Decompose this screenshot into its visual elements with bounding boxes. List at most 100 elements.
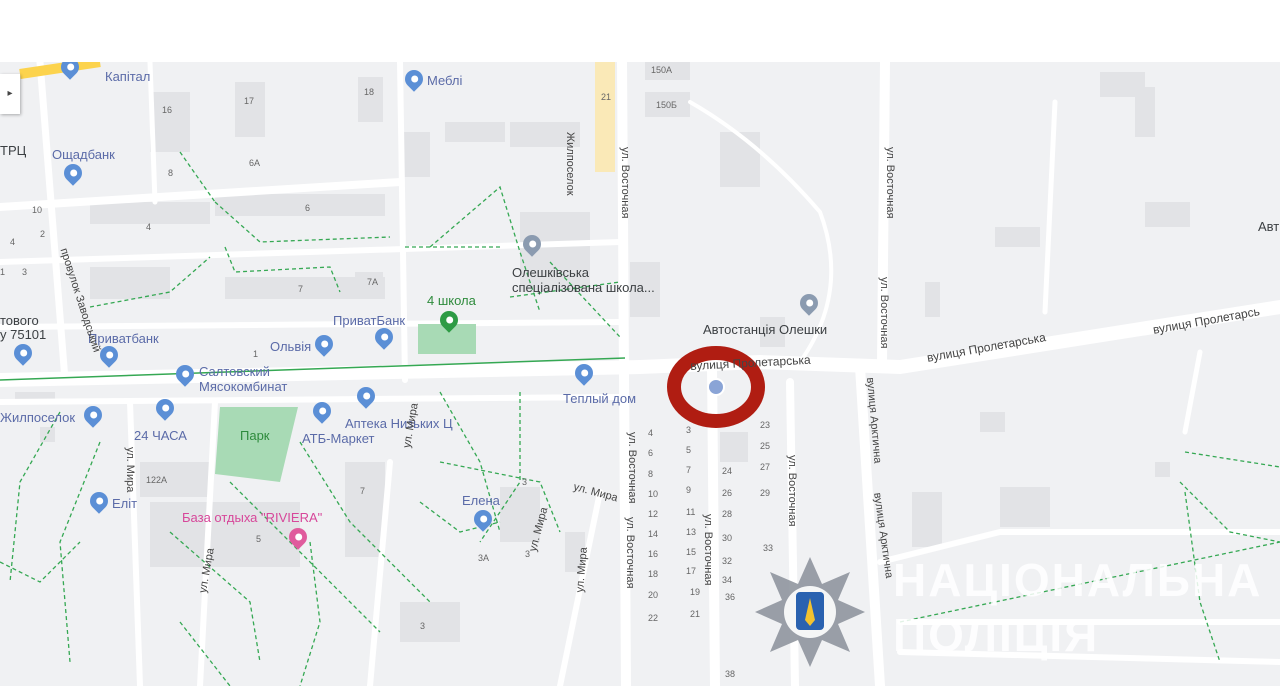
building bbox=[235, 82, 265, 137]
place-elena[interactable]: Елена bbox=[462, 494, 500, 507]
house-number: 4 bbox=[146, 222, 152, 232]
building bbox=[215, 194, 385, 216]
house-number: 1 bbox=[0, 267, 6, 277]
place-school-spec[interactable]: Олешківська спеціалізована школа... bbox=[512, 265, 662, 295]
place-avtostantsiya[interactable]: Автостанція Олешки bbox=[703, 323, 827, 336]
street-zhylposelok: Жилпоселок bbox=[564, 132, 576, 196]
house-number: 5 bbox=[686, 445, 692, 455]
house-number: 6 bbox=[648, 448, 654, 458]
road-minor bbox=[397, 62, 408, 383]
house-number: 6 bbox=[305, 203, 311, 213]
house-number: 10 bbox=[32, 205, 43, 215]
footpath bbox=[59, 441, 101, 663]
place-school-4[interactable]: 4 школа bbox=[427, 294, 476, 307]
house-number: 22 bbox=[648, 613, 659, 623]
place-park[interactable]: Парк bbox=[240, 429, 270, 442]
place-post-2: у 75101 bbox=[0, 327, 47, 342]
place-riviera[interactable]: База отдыха "RIVIERA" bbox=[182, 511, 322, 524]
house-number: 3А bbox=[478, 553, 490, 563]
house-number: 20 bbox=[648, 590, 659, 600]
road-minor bbox=[1182, 349, 1203, 435]
road-minor bbox=[0, 394, 623, 405]
house-number: 7 bbox=[360, 486, 366, 496]
place-privatbank-1[interactable]: ПриватБанк bbox=[333, 314, 405, 327]
place-trts[interactable]: ТРЦ bbox=[0, 144, 26, 157]
footpath bbox=[1184, 451, 1280, 468]
place-oschadbank[interactable]: Ощадбанк bbox=[52, 148, 115, 161]
house-number: 150Б bbox=[656, 100, 677, 110]
place-avt[interactable]: Авт bbox=[1258, 220, 1279, 233]
place-elit[interactable]: Еліт bbox=[112, 497, 137, 510]
building bbox=[90, 202, 210, 224]
top-bar bbox=[0, 0, 1280, 62]
place-mebli[interactable]: Меблі bbox=[427, 74, 462, 87]
house-number: 36 bbox=[725, 592, 736, 602]
building bbox=[150, 92, 190, 152]
house-number: 6А bbox=[249, 158, 261, 168]
house-number: 14 bbox=[648, 529, 659, 539]
house-number: 122А bbox=[146, 475, 168, 485]
building bbox=[925, 282, 940, 317]
house-number: 32 bbox=[722, 556, 733, 566]
building bbox=[980, 412, 1005, 432]
house-number: 30 bbox=[722, 533, 733, 543]
road-mira-1 bbox=[127, 399, 143, 686]
place-kapital[interactable]: Капітал bbox=[105, 70, 150, 83]
place-apteka[interactable]: Аптека Низьких Ц bbox=[345, 417, 453, 430]
house-number: 3 bbox=[420, 621, 426, 631]
house-number: 4 bbox=[648, 428, 654, 438]
place-zhylposelok[interactable]: Жилпоселок bbox=[0, 411, 75, 424]
house-number: 29 bbox=[760, 488, 771, 498]
house-number: 17 bbox=[244, 96, 255, 106]
house-number: 25 bbox=[760, 441, 771, 451]
place-24-chasa[interactable]: 24 ЧАСА bbox=[134, 429, 187, 442]
house-number: 33 bbox=[763, 543, 774, 553]
building bbox=[40, 427, 55, 442]
place-teplyi-dim[interactable]: Теплый дом bbox=[563, 392, 636, 405]
house-number: 16 bbox=[648, 549, 659, 559]
map-canvas[interactable]: Капітал Меблі Ощадбанк ТРЦ Авт Олешківсь… bbox=[0, 62, 1280, 686]
place-atb[interactable]: АТБ-Маркет bbox=[302, 432, 374, 445]
house-number: 1 bbox=[253, 349, 259, 359]
house-number: 21 bbox=[690, 609, 701, 619]
house-number: 24 bbox=[722, 466, 733, 476]
house-number: 26 bbox=[722, 488, 733, 498]
building bbox=[445, 122, 505, 142]
building bbox=[90, 267, 170, 299]
house-number: 18 bbox=[648, 569, 659, 579]
park-area bbox=[215, 407, 298, 482]
building bbox=[358, 77, 383, 122]
house-number: 5 bbox=[256, 534, 262, 544]
house-number: 3 bbox=[525, 549, 531, 559]
house-number: 2 bbox=[40, 229, 46, 239]
house-number: 7А bbox=[367, 277, 379, 287]
road-highway bbox=[595, 62, 615, 172]
building bbox=[400, 602, 460, 642]
house-number: 13 bbox=[686, 527, 697, 537]
building bbox=[720, 132, 760, 187]
building bbox=[1155, 462, 1170, 477]
police-star-icon bbox=[755, 557, 865, 667]
house-number: 8 bbox=[168, 168, 174, 178]
house-number: 34 bbox=[722, 575, 733, 585]
building bbox=[1000, 487, 1050, 527]
house-number: 12 bbox=[648, 509, 659, 519]
house-number: 38 bbox=[725, 669, 736, 679]
building bbox=[1145, 202, 1190, 227]
place-post-1: тового bbox=[0, 313, 39, 328]
street-vostochna-lower2: ул. Восточная bbox=[624, 517, 636, 589]
watermark-line2: ПОЛІЦІЯ bbox=[893, 609, 1100, 661]
house-number: 11 bbox=[686, 507, 696, 517]
house-number: 8 bbox=[648, 469, 654, 479]
building bbox=[345, 462, 385, 557]
house-number: 16 bbox=[162, 105, 173, 115]
house-number: 21 bbox=[601, 92, 612, 102]
house-number: 3 bbox=[686, 425, 692, 435]
house-number: 10 bbox=[648, 489, 659, 499]
house-number: 150А bbox=[651, 65, 673, 75]
street-vostochna-mid: ул. Восточная bbox=[702, 514, 714, 586]
house-number: 4 bbox=[10, 237, 16, 247]
place-saltovskyi[interactable]: Салтовский Мясокомбинат bbox=[199, 364, 299, 394]
place-olviya[interactable]: Ольвія bbox=[270, 340, 311, 353]
expand-panel-button[interactable]: ▸ bbox=[0, 74, 20, 114]
